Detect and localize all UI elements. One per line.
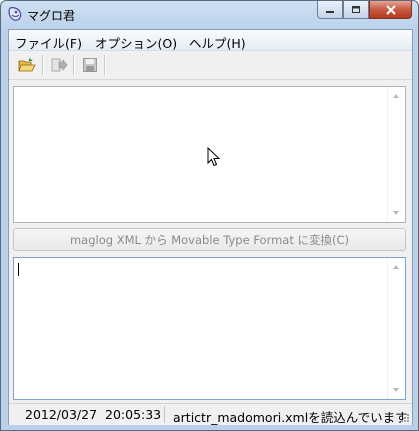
save-disk-icon <box>83 58 97 72</box>
scroll-up-icon[interactable] <box>393 94 399 98</box>
close-button[interactable] <box>369 1 412 19</box>
close-icon <box>385 4 396 15</box>
resize-grip-icon[interactable] <box>400 413 410 423</box>
app-window: マグロ君 ファイル(F) オプション(O) ヘルプ(H) maglog XML … <box>0 0 419 431</box>
open-folder-icon <box>18 58 36 72</box>
scroll-down-icon[interactable] <box>393 211 399 215</box>
maximize-button[interactable] <box>343 1 369 19</box>
minimize-button[interactable] <box>317 1 343 19</box>
status-separator <box>164 406 165 423</box>
toolbar-separator <box>104 55 106 75</box>
client-area: ファイル(F) オプション(O) ヘルプ(H) maglog XML から Mo… <box>8 29 413 425</box>
minimize-icon <box>326 10 334 13</box>
status-datetime: 2012/03/27 20:05:33 <box>25 407 162 422</box>
text-caret <box>18 263 19 276</box>
open-button[interactable] <box>16 55 38 75</box>
menu-help[interactable]: ヘルプ(H) <box>189 33 246 52</box>
menu-file[interactable]: ファイル(F) <box>15 33 82 52</box>
status-message: artictr_madomori.xmlを読込んでいます <box>173 410 408 425</box>
toolbar-separator <box>73 55 75 75</box>
tuna-app-icon <box>8 7 22 21</box>
mouse-pointer-icon <box>207 147 221 167</box>
export-icon <box>51 58 68 72</box>
scroll-up-icon[interactable] <box>393 265 399 269</box>
menu-options[interactable]: オプション(O) <box>95 33 177 52</box>
input-scrollbar[interactable] <box>387 87 405 222</box>
maximize-icon <box>352 6 360 13</box>
export-button[interactable] <box>48 55 70 75</box>
save-button[interactable] <box>79 55 101 75</box>
toolbar <box>9 51 412 80</box>
output-scrollbar[interactable] <box>387 258 405 399</box>
caption-buttons <box>317 1 412 21</box>
convert-button[interactable]: maglog XML から Movable Type Format に変換(C) <box>13 228 406 251</box>
title-bar[interactable]: マグロ君 <box>1 1 418 28</box>
scroll-down-icon[interactable] <box>393 388 399 392</box>
menu-bar: ファイル(F) オプション(O) ヘルプ(H) <box>9 30 412 51</box>
toolbar-separator <box>42 55 44 75</box>
output-textarea[interactable] <box>13 257 406 400</box>
status-bar: 2012/03/27 20:05:33 artictr_madomori.xml… <box>9 403 412 425</box>
window-title: マグロ君 <box>27 9 76 23</box>
